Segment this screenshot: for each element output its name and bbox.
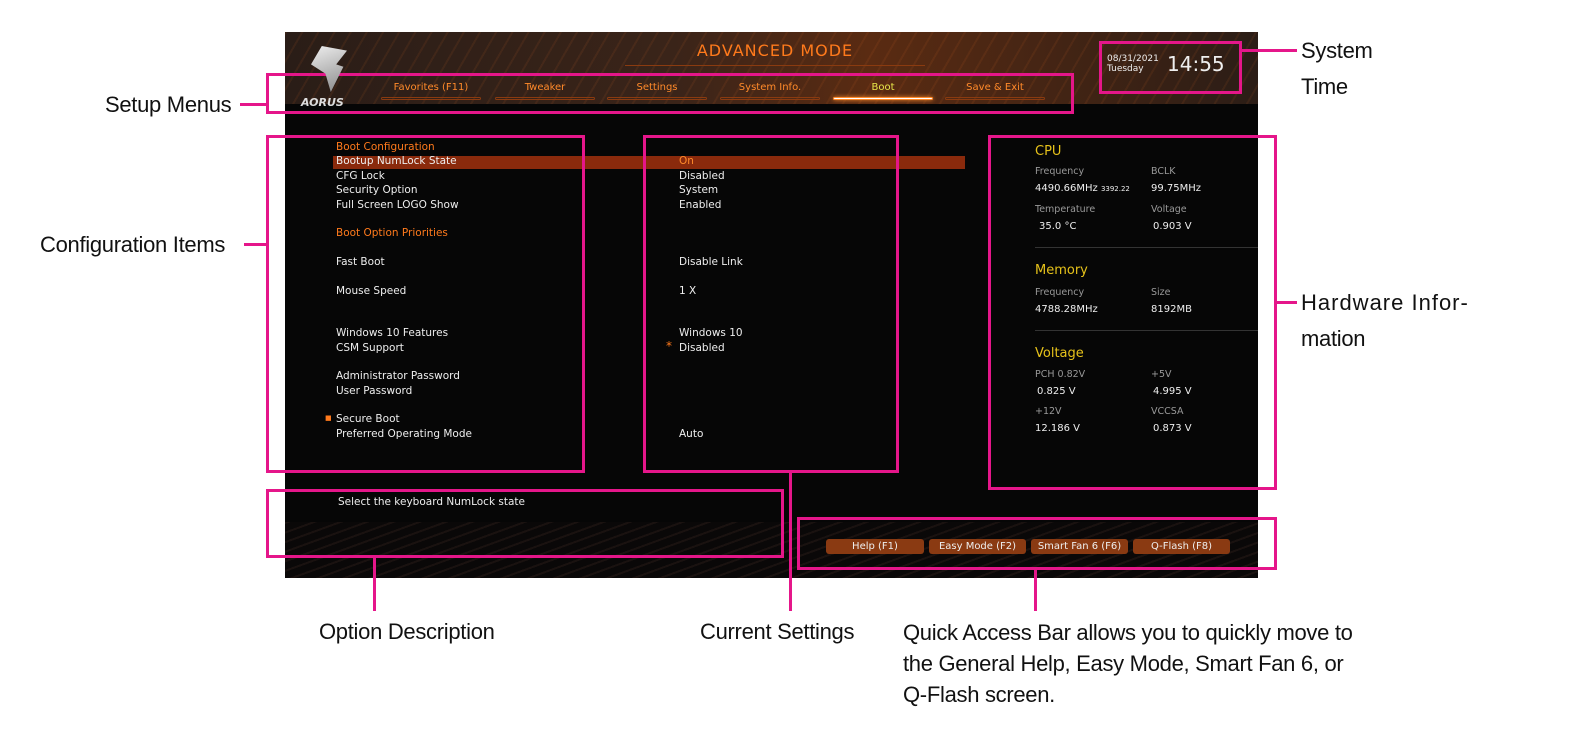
system-time-label: System — [1301, 38, 1373, 63]
system-date: 08/31/2021 Tuesday — [1107, 54, 1159, 74]
tab-label: Boot — [871, 82, 895, 93]
tab-save-exit[interactable]: Save & Exit — [945, 82, 1045, 100]
quick-access-box — [797, 517, 1277, 570]
eagle-icon — [311, 46, 347, 92]
quick-access-label: Q-Flash screen. — [903, 682, 1055, 707]
logo-text: AORUS — [301, 96, 344, 109]
tab-underline — [945, 97, 1045, 100]
config-items-box — [266, 135, 585, 473]
leader-line — [789, 472, 792, 611]
tab-label: Settings — [636, 82, 678, 93]
tab-underline — [495, 97, 595, 100]
tab-label: Favorites (F11) — [393, 82, 469, 93]
tab-tweaker[interactable]: Tweaker — [495, 82, 595, 100]
hardware-info-label: mation — [1301, 326, 1366, 351]
quick-access-label: Quick Access Bar allows you to quickly m… — [903, 620, 1353, 645]
tab-label: Tweaker — [524, 82, 566, 93]
setup-menus-label: Setup Menus — [105, 92, 232, 117]
option-description-box — [266, 489, 784, 558]
leader-line — [1034, 569, 1037, 611]
tab-favorites[interactable]: Favorites (F11) — [381, 82, 481, 100]
mode-title: ADVANCED MODE — [625, 36, 925, 66]
tab-system-info[interactable]: System Info. — [720, 82, 820, 100]
leader-line — [1276, 301, 1297, 304]
hardware-info-box — [988, 135, 1277, 490]
tab-settings[interactable]: Settings — [607, 82, 707, 100]
hardware-info-label: Hardware Infor- — [1301, 290, 1469, 315]
config-items-label: Configuration Items — [40, 232, 226, 257]
tab-label: Save & Exit — [966, 82, 1024, 93]
leader-line — [240, 103, 267, 106]
option-description-label: Option Description — [319, 619, 495, 644]
current-settings-box — [643, 135, 899, 473]
tab-underline — [381, 97, 481, 100]
system-time: 14:55 — [1167, 52, 1225, 76]
tab-underline — [720, 97, 820, 100]
aorus-logo: AORUS — [299, 46, 359, 116]
quick-access-label: the General Help, Easy Mode, Smart Fan 6… — [903, 651, 1344, 676]
system-time-label: Time — [1301, 74, 1348, 99]
leader-line — [373, 557, 376, 611]
tab-label: System Info. — [738, 82, 802, 93]
tab-underline — [607, 97, 707, 100]
tab-boot[interactable]: Boot — [833, 82, 933, 100]
leader-line — [1241, 49, 1297, 52]
tab-underline — [833, 97, 933, 100]
current-settings-label: Current Settings — [700, 619, 855, 644]
leader-line — [244, 243, 267, 246]
